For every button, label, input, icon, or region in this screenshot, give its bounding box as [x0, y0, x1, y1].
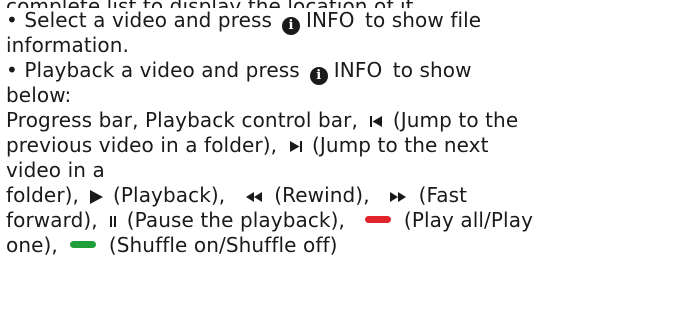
intro-fragment: complete list to display the location of… [6, 0, 420, 8]
info-label: INFO [333, 58, 383, 82]
bullet-select-video: • Select a video and press i INFO to show … [6, 8, 682, 35]
progress-line: Progress bar, Playback control bar, (Jum… [6, 108, 682, 133]
red-button-icon [365, 216, 392, 223]
playback-text: (Playback), [112, 183, 226, 207]
bullet-mark: • [6, 58, 18, 82]
play-all-text: (Play all/Play [403, 208, 534, 232]
intro-line: complete list to display the location of… [6, 0, 682, 8]
video-in-a-text: video in a [6, 158, 105, 182]
fast-forward-icon [390, 191, 407, 202]
info-icon: i [309, 67, 328, 85]
shuffle-line: one), (Shuffle on/Shuffle off) [6, 233, 682, 258]
info-icon: i [282, 17, 301, 35]
forward-text: forward), [6, 208, 98, 232]
rewind-icon [245, 191, 262, 202]
information-text: information. [6, 33, 129, 57]
skip-next-icon [289, 141, 302, 152]
previous-video-text: previous video in a folder), [6, 133, 278, 157]
green-button-icon [70, 241, 97, 248]
fast-text: (Fast [418, 183, 468, 207]
play-icon [89, 189, 103, 204]
video-in-a-line: video in a [6, 158, 682, 183]
manual-text: complete list to display the location of… [6, 0, 682, 258]
jump-next-text: (Jump to the next [312, 133, 489, 157]
to-show-text: to show [392, 58, 472, 82]
select-video-text: Select a video and press [24, 8, 273, 32]
below-text: below: [6, 83, 72, 107]
progress-bar-text: Progress bar, Playback control bar, [6, 108, 358, 132]
one-text: one), [6, 233, 58, 257]
bullet-mark: • [6, 8, 18, 32]
pause-icon [110, 216, 117, 227]
previous-video-line: previous video in a folder), (Jump to th… [6, 133, 682, 158]
shuffle-text: (Shuffle on/Shuffle off) [108, 233, 338, 257]
skip-previous-icon [370, 116, 383, 127]
pause-playback-text: (Pause the playback), [126, 208, 345, 232]
folder-controls-line: folder), (Playback), (Rewind), (Fast [6, 183, 682, 208]
jump-previous-text: (Jump to the [392, 108, 519, 132]
bullet-playback-video: • Playback a video and press i INFO to sho… [6, 58, 682, 85]
info-label: INFO [306, 8, 355, 32]
playback-video-text: Playback a video and press [24, 58, 300, 82]
information-line: information. [6, 33, 682, 58]
show-file-text: to show file [365, 8, 482, 32]
forward-controls-line: forward), (Pause the playback), (Play al… [6, 208, 682, 233]
folder-text: folder), [6, 183, 80, 207]
below-line: below: [6, 83, 682, 108]
rewind-text: (Rewind), [274, 183, 370, 207]
